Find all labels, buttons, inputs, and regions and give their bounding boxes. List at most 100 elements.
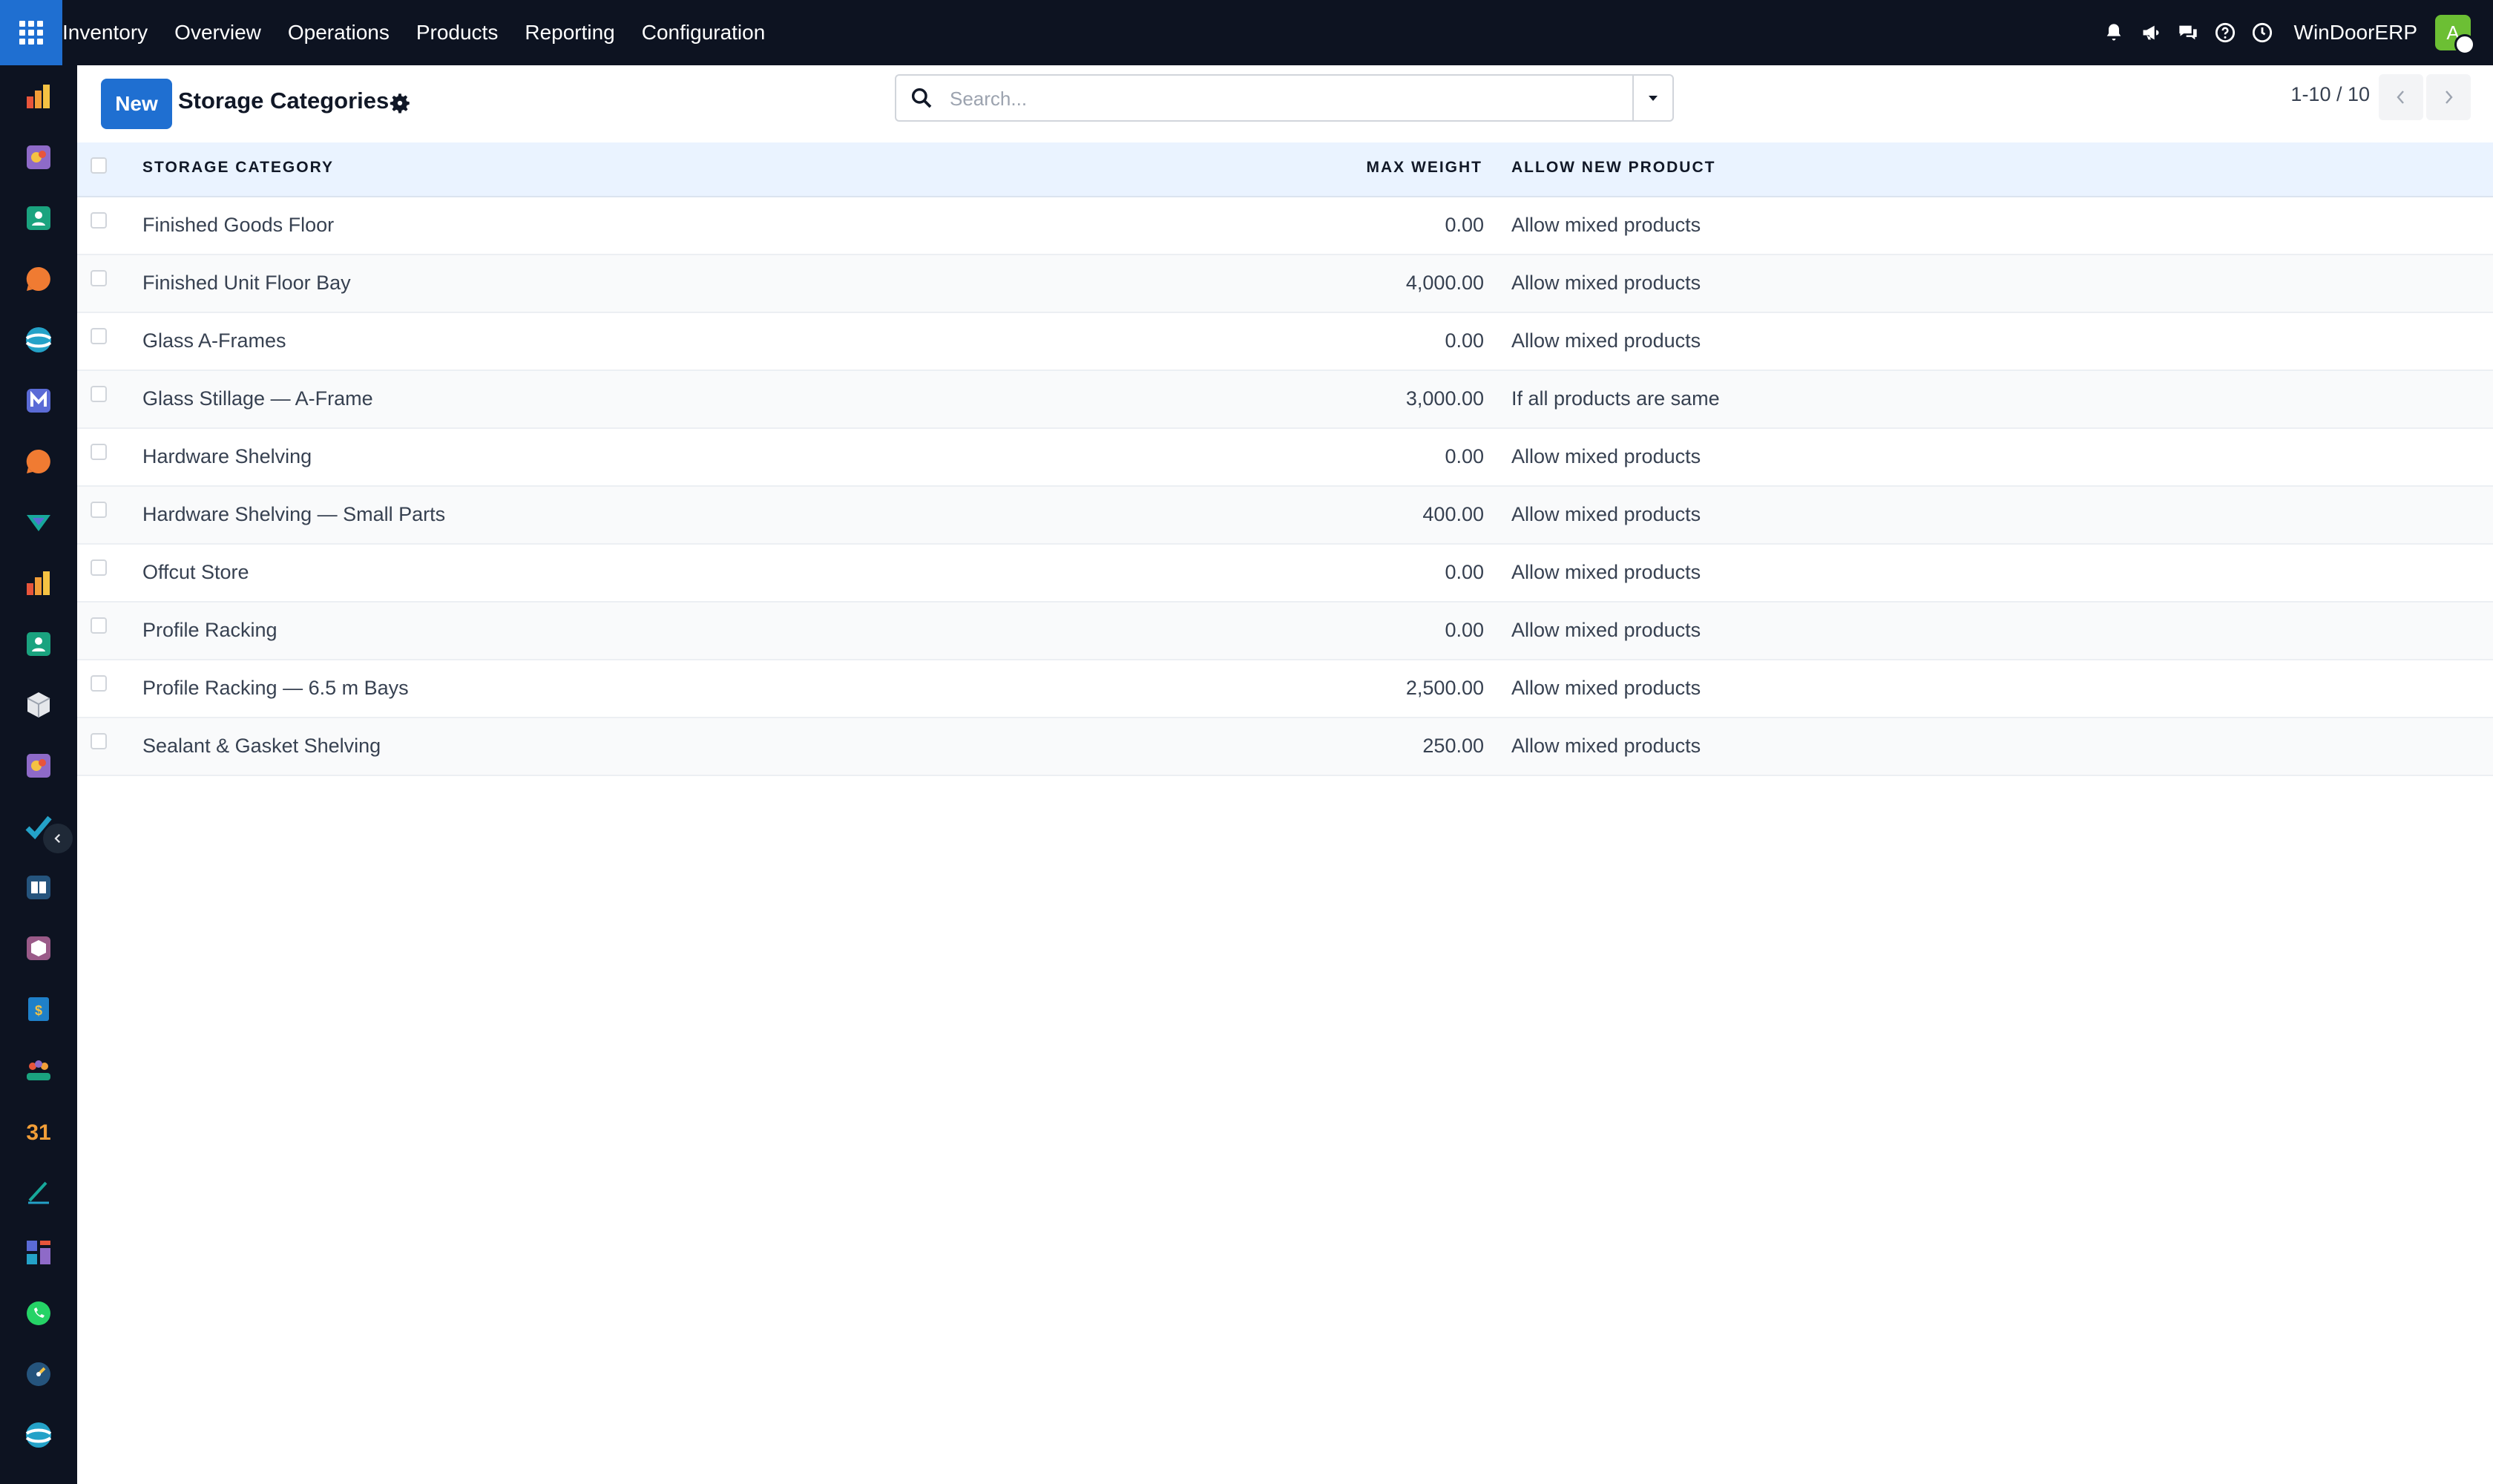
row-checkbox[interactable] <box>91 559 107 576</box>
pager-previous-button[interactable] <box>2379 74 2423 120</box>
email-marketing-app-icon[interactable] <box>24 386 53 416</box>
bell-icon[interactable] <box>2101 20 2126 45</box>
chat-icon[interactable] <box>2175 20 2201 45</box>
table-header: STORAGE CATEGORY MAX WEIGHT ALLOW NEW PR… <box>77 142 2493 197</box>
row-checkbox[interactable] <box>91 444 107 460</box>
employees-app-icon[interactable] <box>24 1055 53 1085</box>
cell-storage-category: Finished Goods Floor <box>142 214 335 236</box>
search-input[interactable] <box>948 83 1604 114</box>
cell-max-weight: 2,500.00 <box>1405 677 1484 699</box>
table-row[interactable]: Hardware Shelving — Small Parts 400.00 A… <box>77 487 2493 545</box>
row-checkbox[interactable] <box>91 675 107 692</box>
chevron-left-icon <box>54 833 61 844</box>
menu-products[interactable]: Products <box>416 21 499 45</box>
clock-icon[interactable] <box>2250 20 2275 45</box>
expenses-app-icon[interactable]: $ <box>24 994 53 1024</box>
cell-max-weight: 3,000.00 <box>1405 387 1484 410</box>
cell-max-weight: 0.00 <box>1445 619 1484 641</box>
cell-allow-new-product: Allow mixed products <box>1511 503 1701 525</box>
column-header-max-weight[interactable]: MAX WEIGHT <box>1367 159 1483 177</box>
timesheet-app-icon[interactable] <box>24 1359 53 1389</box>
cell-allow-new-product: Allow mixed products <box>1511 619 1701 641</box>
purchase-app-icon[interactable] <box>24 142 53 172</box>
gear-icon[interactable] <box>387 91 413 116</box>
collapse-sidebar-button[interactable] <box>43 824 73 853</box>
cell-allow-new-product: Allow mixed products <box>1511 445 1701 467</box>
chevron-right-icon <box>2446 91 2453 104</box>
app-sidebar: $ 31 <box>0 65 77 1484</box>
row-checkbox[interactable] <box>91 502 107 518</box>
calendar-app-icon[interactable]: 31 <box>24 1116 53 1146</box>
company-name[interactable]: WinDoorERP <box>2294 21 2417 45</box>
sign-app-icon[interactable] <box>24 1177 53 1206</box>
whatsapp-app-icon[interactable] <box>24 1298 53 1328</box>
pager-next-button[interactable] <box>2426 74 2471 120</box>
table-row[interactable]: Glass A-Frames 0.00 Allow mixed products <box>77 313 2493 371</box>
cell-allow-new-product: Allow mixed products <box>1511 214 1701 236</box>
barcode-app-icon[interactable] <box>24 933 53 963</box>
cell-allow-new-product: Allow mixed products <box>1511 735 1701 757</box>
table-row[interactable]: Hardware Shelving 0.00 Allow mixed produ… <box>77 429 2493 487</box>
main-menu: Inventory Overview Operations Products R… <box>62 0 792 65</box>
column-header-allow-new-product[interactable]: ALLOW NEW PRODUCT <box>1511 159 1715 177</box>
menu-operations[interactable]: Operations <box>288 21 390 45</box>
table-row[interactable]: Profile Racking — 6.5 m Bays 2,500.00 Al… <box>77 660 2493 718</box>
caret-down-icon <box>1649 96 1658 101</box>
cell-allow-new-product: Allow mixed products <box>1511 272 1701 294</box>
purchase-app-icon-2[interactable] <box>24 751 53 781</box>
cell-allow-new-product: Allow mixed products <box>1511 329 1701 352</box>
live-chat-app-icon[interactable] <box>24 447 53 476</box>
table-row[interactable]: Profile Racking 0.00 Allow mixed product… <box>77 603 2493 660</box>
user-avatar[interactable]: A <box>2435 15 2475 55</box>
help-icon[interactable] <box>2213 20 2238 45</box>
new-button[interactable]: New <box>101 79 172 129</box>
table-row[interactable]: Finished Unit Floor Bay 4,000.00 Allow m… <box>77 255 2493 313</box>
cell-storage-category: Sealant & Gasket Shelving <box>142 735 381 757</box>
menu-reporting[interactable]: Reporting <box>525 21 614 45</box>
cell-allow-new-product: Allow mixed products <box>1511 677 1701 699</box>
select-all-checkbox[interactable] <box>91 157 107 174</box>
website-app-icon-2[interactable] <box>24 1420 53 1450</box>
dashboard-app-icon-2[interactable] <box>24 568 53 598</box>
page-title[interactable]: Storage Categories <box>178 88 389 114</box>
table-row[interactable]: Sealant & Gasket Shelving 250.00 Allow m… <box>77 718 2493 776</box>
field-service-app-icon[interactable] <box>24 508 53 537</box>
control-panel: New Storage Categories 1-10 / 10 <box>77 65 2493 142</box>
cell-storage-category: Profile Racking — 6.5 m Bays <box>142 677 409 699</box>
table-row[interactable]: Offcut Store 0.00 Allow mixed products <box>77 545 2493 603</box>
pager-value[interactable]: 1-10 / 10 <box>2290 83 2370 106</box>
row-checkbox[interactable] <box>91 270 107 286</box>
menu-configuration[interactable]: Configuration <box>642 21 766 45</box>
row-checkbox[interactable] <box>91 386 107 402</box>
cell-max-weight: 4,000.00 <box>1405 272 1484 294</box>
cell-max-weight: 250.00 <box>1422 735 1484 757</box>
table-row[interactable]: Glass Stillage — A-Frame 3,000.00 If all… <box>77 371 2493 429</box>
cell-storage-category: Hardware Shelving <box>142 445 312 467</box>
svg-text:$: $ <box>35 1003 42 1018</box>
table-row[interactable]: Finished Goods Floor 0.00 Allow mixed pr… <box>77 197 2493 255</box>
cell-max-weight: 400.00 <box>1422 503 1484 525</box>
contacts-app-icon[interactable] <box>24 203 53 233</box>
cell-storage-category: Hardware Shelving — Small Parts <box>142 503 446 525</box>
contacts-app-icon-2[interactable] <box>24 629 53 659</box>
cell-storage-category: Glass Stillage — A-Frame <box>142 387 373 410</box>
row-checkbox[interactable] <box>91 212 107 229</box>
status-dot <box>2454 34 2475 55</box>
megaphone-icon[interactable] <box>2138 20 2164 45</box>
website-app-icon[interactable] <box>24 325 53 355</box>
knowledge-app-icon[interactable] <box>24 873 53 902</box>
row-checkbox[interactable] <box>91 733 107 749</box>
menu-overview[interactable]: Overview <box>174 21 261 45</box>
apps-menu-button[interactable] <box>0 0 62 65</box>
column-header-storage-category[interactable]: STORAGE CATEGORY <box>142 159 334 177</box>
discuss-app-icon[interactable] <box>24 264 53 294</box>
cell-max-weight: 0.00 <box>1445 561 1484 583</box>
inventory-app-icon[interactable] <box>24 690 53 720</box>
row-checkbox[interactable] <box>91 617 107 634</box>
apps-app-icon[interactable] <box>24 1238 53 1267</box>
menu-inventory[interactable]: Inventory <box>62 21 148 45</box>
search-options-toggle[interactable] <box>1632 76 1672 120</box>
search-box <box>895 74 1674 122</box>
row-checkbox[interactable] <box>91 328 107 344</box>
dashboard-app-icon[interactable] <box>24 82 53 111</box>
